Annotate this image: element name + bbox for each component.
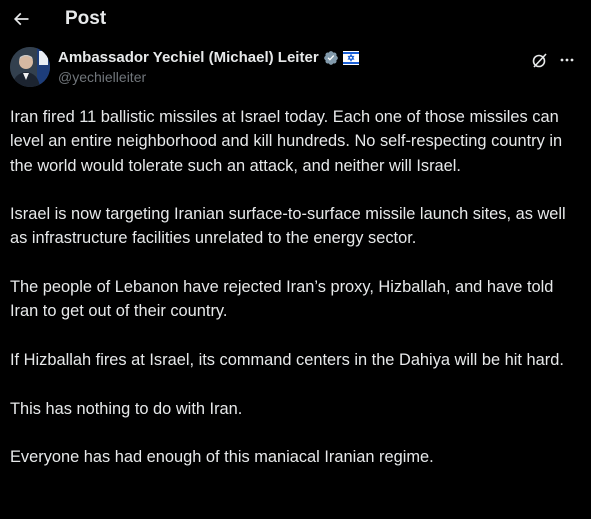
- post-paragraph: The people of Lebanon have rejected Iran…: [10, 278, 554, 321]
- page-title: Post: [65, 8, 107, 29]
- avatar[interactable]: [10, 47, 50, 87]
- more-horizontal-icon: [560, 58, 574, 62]
- flag-of-israel-icon[interactable]: [342, 50, 359, 66]
- top-bar: Post: [0, 0, 591, 40]
- avatar-image: [10, 47, 50, 87]
- display-name-row: Ambassador Yechiel (Michael) Leiter: [58, 49, 359, 66]
- grok-button[interactable]: [530, 50, 550, 70]
- grok-icon: [532, 53, 547, 68]
- back-button[interactable]: [6, 4, 36, 34]
- verified-badge-icon[interactable]: [323, 50, 339, 66]
- user-handle[interactable]: @yechielleiter: [58, 69, 146, 85]
- display-name[interactable]: Ambassador Yechiel (Michael) Leiter: [58, 49, 319, 66]
- more-options-button[interactable]: [556, 50, 578, 70]
- post-author: Ambassador Yechiel (Michael) Leiter @yec…: [0, 44, 591, 92]
- post-paragraph: Everyone has had enough of this maniacal…: [10, 448, 434, 467]
- post-paragraph: Iran fired 11 ballistic missiles at Isra…: [10, 108, 563, 175]
- post-text: Iran fired 11 ballistic missiles at Isra…: [10, 105, 582, 494]
- post-paragraph: If Hizballah fires at Israel, its comman…: [10, 350, 564, 369]
- post-paragraph: This has nothing to do with Iran.: [10, 399, 243, 418]
- post-paragraph: Israel is now targeting Iranian surface-…: [10, 205, 566, 248]
- arrow-left-icon: [13, 12, 29, 26]
